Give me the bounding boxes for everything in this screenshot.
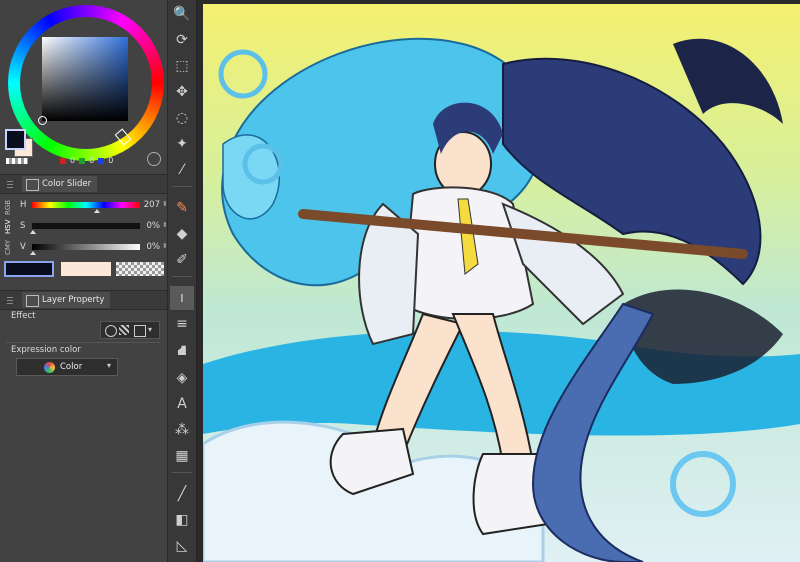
grip-icon[interactable] — [7, 296, 13, 304]
chevron-down-icon[interactable]: ▾ — [148, 325, 152, 335]
saturation-spinner-icon[interactable]: ⬍ — [162, 221, 168, 229]
pencil-tool-icon[interactable]: ✐ — [170, 248, 194, 272]
value-track[interactable] — [32, 244, 140, 250]
tab-color-slider[interactable]: Color Slider — [22, 176, 98, 192]
artwork — [203, 37, 800, 562]
tab-cmy[interactable]: CMY — [4, 237, 12, 257]
red-chip — [60, 157, 66, 164]
color-mode-tabs: RGB HSV CMY — [4, 197, 16, 259]
transparent-color-chip[interactable] — [116, 262, 164, 276]
section-divider — [6, 342, 161, 343]
color-wheel-panel: 0 0 0 — [0, 0, 167, 170]
object-tool-icon[interactable]: ⬚ — [170, 54, 194, 78]
hue-spinner-icon[interactable]: ⬍ — [162, 200, 168, 208]
effect-buttons[interactable]: ▾ — [100, 321, 160, 339]
expression-color-select[interactable]: Color ▾ — [16, 358, 118, 376]
effect-label: Effect — [11, 311, 36, 321]
green-chip — [79, 157, 86, 164]
rgb-readout: 0 0 0 — [60, 156, 113, 165]
illustration-canvas[interactable] — [203, 4, 800, 562]
expression-color-value: Color — [60, 362, 83, 372]
saturation-value-square[interactable] — [42, 37, 128, 121]
hue-track[interactable] — [32, 202, 140, 208]
saturation-thumb[interactable] — [30, 230, 36, 234]
color-eye-icon[interactable] — [147, 152, 161, 166]
color-mode-icon — [44, 362, 55, 373]
tab-hsv[interactable]: HSV — [4, 217, 12, 237]
magic-wand-tool-icon[interactable]: ✦ — [170, 132, 194, 156]
eraser-tool-icon[interactable]: ◆ — [170, 222, 194, 246]
line-tool-icon[interactable]: ╱ — [170, 482, 194, 506]
figure-tool-icon[interactable]: ◺ — [170, 534, 194, 558]
hue-thumb[interactable] — [94, 209, 100, 213]
value-slider-row: V 0% ⬍ — [18, 239, 168, 257]
chevron-down-icon: ▾ — [107, 361, 112, 370]
grip-icon[interactable] — [7, 180, 13, 188]
brush-tool-icon[interactable]: ı — [170, 286, 194, 310]
hue-label: H — [20, 200, 27, 210]
color-slider-title: Color Slider — [42, 179, 92, 189]
saturation-label: S — [20, 221, 26, 231]
layer-color-icon[interactable] — [134, 325, 146, 337]
decoration-tool-icon[interactable]: ≡ — [170, 312, 194, 336]
lasso-tool-icon[interactable]: ◌ — [170, 106, 194, 130]
value-label: V — [20, 242, 26, 252]
tool-palette: 🔍 ⟳ ⬚ ✥ ◌ ✦ ⁄ ✎ ◆ ✐ ı ≡ ⛘ ◈ A ⁂ ▦ ╱ ◧ ◺ — [168, 0, 197, 562]
transparent-swatch[interactable] — [6, 158, 28, 164]
slider-icon — [26, 179, 39, 191]
blue-chip — [98, 157, 105, 164]
color-slider-header: Color Slider — [0, 174, 167, 194]
value-thumb[interactable] — [30, 251, 36, 255]
pen-tool-icon[interactable]: ✎ — [170, 196, 194, 220]
frame-tool-icon[interactable]: ▦ — [170, 444, 194, 468]
red-value: 0 — [70, 156, 76, 165]
border-effect-icon[interactable] — [105, 325, 117, 337]
layer-property-header: Layer Property — [0, 290, 167, 310]
tool-separator — [172, 186, 192, 187]
text-tool-icon[interactable]: A — [170, 392, 194, 416]
sv-marker[interactable] — [38, 116, 47, 125]
tab-layer-property[interactable]: Layer Property — [22, 292, 111, 308]
gradient-tool-icon[interactable]: ◧ — [170, 508, 194, 532]
tool-separator — [172, 472, 192, 473]
green-value: 0 — [89, 156, 95, 165]
fill-tool-icon[interactable]: ◈ — [170, 366, 194, 390]
value-spinner-icon[interactable]: ⬍ — [162, 242, 168, 250]
left-panel: 0 0 0 Color Slider RGB HSV CMY H 207 ⬍ S… — [0, 0, 168, 562]
value-value[interactable]: 0% — [142, 242, 161, 252]
canvas-area — [197, 0, 800, 562]
hue-value[interactable]: 207 — [142, 200, 160, 210]
sub-color-chip[interactable] — [61, 262, 111, 276]
blue-value: 0 — [108, 156, 114, 165]
expression-color-label: Expression color — [11, 345, 81, 355]
rotate-tool-icon[interactable]: ⟳ — [170, 28, 194, 52]
saturation-slider-row: S 0% ⬍ — [18, 218, 168, 236]
eyedropper-tool-icon[interactable]: ⁄ — [170, 158, 194, 182]
color-swatch-row — [4, 261, 164, 279]
saturation-value[interactable]: 0% — [142, 221, 161, 231]
tool-separator — [172, 276, 192, 277]
saturation-track[interactable] — [32, 223, 140, 229]
main-color-chip[interactable] — [4, 261, 54, 277]
zoom-tool-icon[interactable]: 🔍 — [170, 2, 194, 26]
tab-rgb[interactable]: RGB — [4, 197, 12, 217]
layers-icon — [26, 295, 39, 307]
hue-slider-row: H 207 ⬍ — [18, 197, 168, 215]
layer-property-title: Layer Property — [42, 295, 105, 305]
tone-effect-icon[interactable] — [119, 325, 129, 335]
blend-tool-icon[interactable]: ⁂ — [170, 418, 194, 442]
airbrush-tool-icon[interactable]: ⛘ — [170, 340, 194, 364]
move-tool-icon[interactable]: ✥ — [170, 80, 194, 104]
main-color-swatch[interactable] — [5, 129, 26, 150]
